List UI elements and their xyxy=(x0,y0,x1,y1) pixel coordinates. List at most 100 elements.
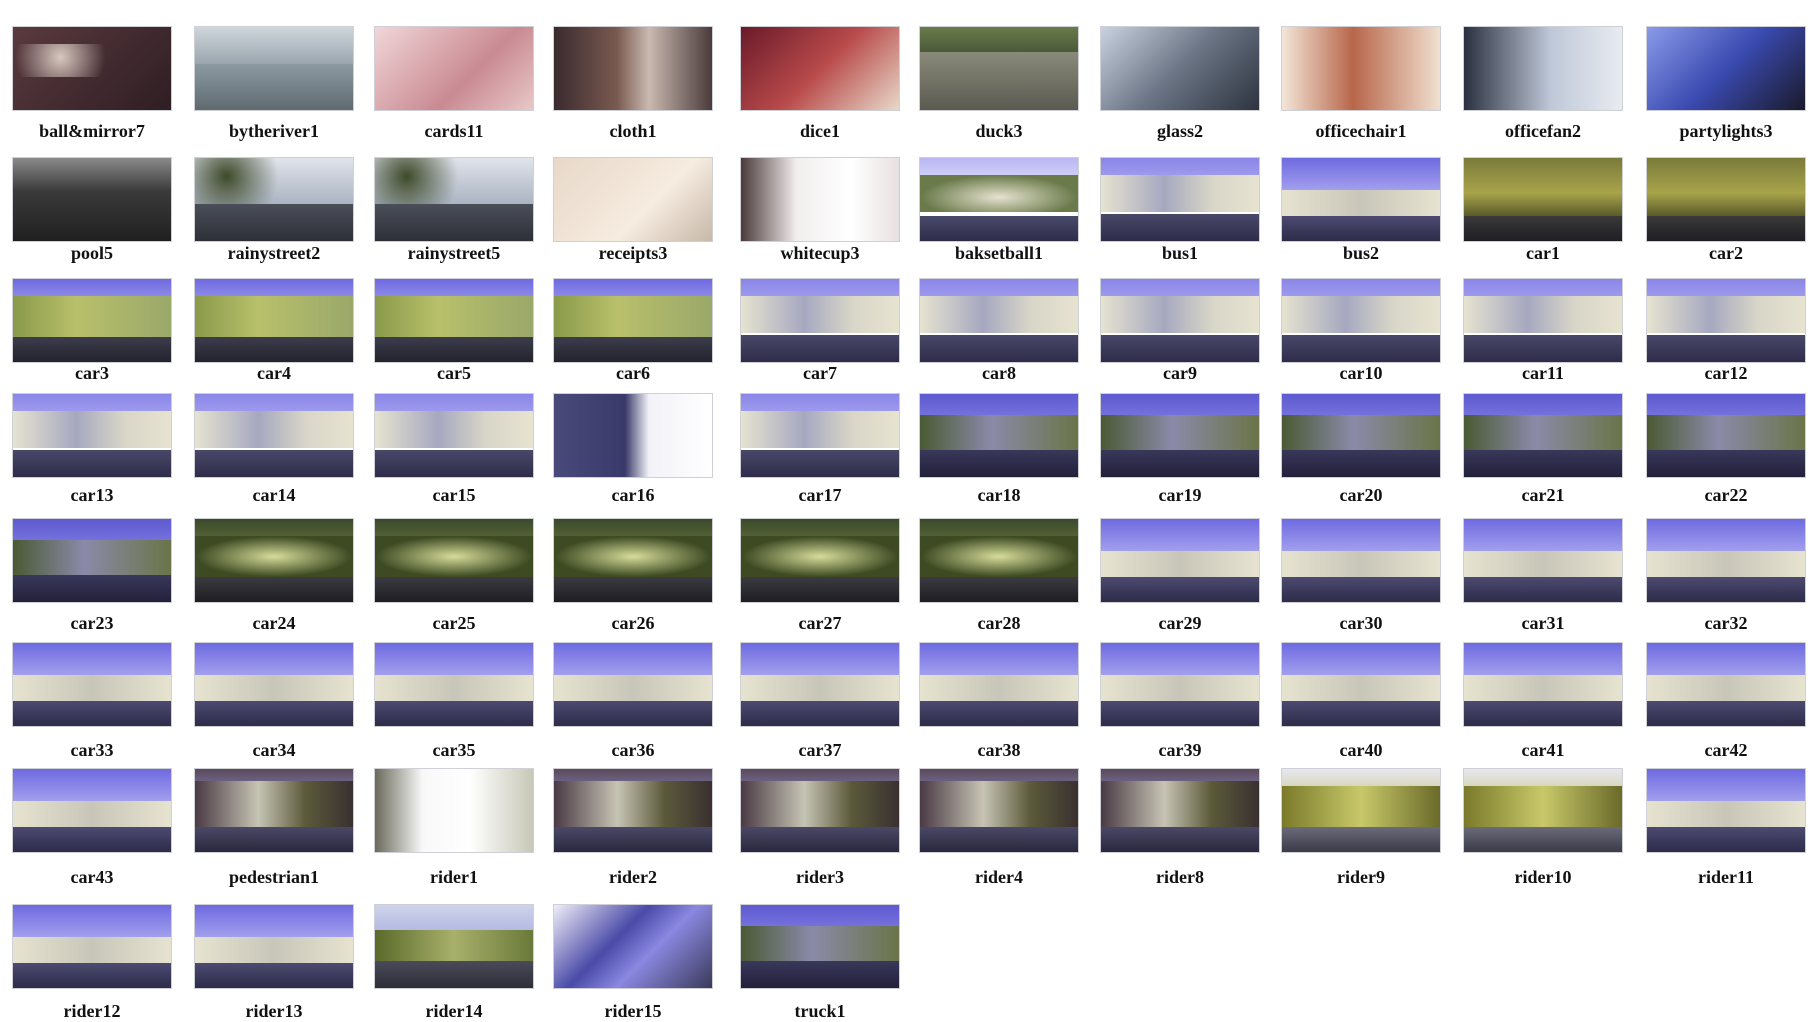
cup-icon[interactable] xyxy=(740,157,900,242)
ball-mirror-icon[interactable] xyxy=(12,26,172,111)
car-icon[interactable] xyxy=(194,518,354,603)
fan-icon[interactable] xyxy=(1463,26,1623,111)
scene-layer xyxy=(1101,577,1259,602)
car-icon[interactable] xyxy=(1646,642,1806,727)
car-icon[interactable] xyxy=(1646,278,1806,363)
scene-layer xyxy=(13,800,171,830)
receipt-icon[interactable] xyxy=(553,157,713,242)
car-icon[interactable] xyxy=(194,278,354,363)
pool-icon[interactable] xyxy=(12,157,172,242)
car-icon[interactable] xyxy=(374,393,534,478)
rider-icon[interactable] xyxy=(553,904,713,989)
truck-icon[interactable] xyxy=(740,904,900,989)
car-icon[interactable] xyxy=(1646,518,1806,603)
cloth-icon[interactable] xyxy=(553,26,713,111)
thumbnail-caption: receipts3 xyxy=(598,243,668,263)
rider-icon[interactable] xyxy=(740,768,900,853)
pedestrian-icon[interactable] xyxy=(194,768,354,853)
rain-icon[interactable] xyxy=(194,157,354,242)
car-icon[interactable] xyxy=(740,642,900,727)
scene-layer xyxy=(1647,450,1805,477)
car-icon[interactable] xyxy=(12,393,172,478)
thumbnail-caption: dice1 xyxy=(800,121,840,141)
street-icon[interactable] xyxy=(194,26,354,111)
rain-icon[interactable] xyxy=(374,157,534,242)
car-icon[interactable] xyxy=(1646,393,1806,478)
car-icon[interactable] xyxy=(1463,157,1623,242)
thumbnail-caption: pedestrian1 xyxy=(229,867,319,887)
water-icon[interactable] xyxy=(919,26,1079,111)
car-icon[interactable] xyxy=(12,278,172,363)
car-icon[interactable] xyxy=(1100,278,1260,363)
scene-layer xyxy=(195,701,353,726)
basketball-icon[interactable] xyxy=(919,157,1079,242)
scene-layer xyxy=(554,27,712,110)
rider-icon[interactable] xyxy=(1463,768,1623,853)
bus-icon[interactable] xyxy=(1100,157,1260,242)
scene-layer xyxy=(1282,550,1440,580)
scene-layer xyxy=(195,410,353,448)
car-icon[interactable] xyxy=(553,518,713,603)
car-icon[interactable] xyxy=(553,642,713,727)
car-icon[interactable] xyxy=(1463,393,1623,478)
car-icon[interactable] xyxy=(740,278,900,363)
thumbnail-caption: car13 xyxy=(70,485,114,505)
scene-layer xyxy=(1101,550,1259,580)
car-icon[interactable] xyxy=(1281,393,1441,478)
scene-layer xyxy=(1647,674,1805,704)
car-icon[interactable] xyxy=(919,278,1079,363)
dice-icon[interactable] xyxy=(740,26,900,111)
car-icon[interactable] xyxy=(919,393,1079,478)
scene-layer xyxy=(554,674,712,704)
car-icon[interactable] xyxy=(1646,157,1806,242)
rider-icon[interactable] xyxy=(1100,768,1260,853)
rider-icon[interactable] xyxy=(1646,768,1806,853)
thumbnail-caption: rider9 xyxy=(1337,867,1385,887)
car-icon[interactable] xyxy=(1281,518,1441,603)
car-icon[interactable] xyxy=(374,278,534,363)
car-icon[interactable] xyxy=(740,518,900,603)
car-icon[interactable] xyxy=(1281,642,1441,727)
rider-icon[interactable] xyxy=(553,768,713,853)
car-icon[interactable] xyxy=(12,642,172,727)
scene-layer xyxy=(1464,450,1622,477)
car-icon[interactable] xyxy=(12,518,172,603)
car-icon[interactable] xyxy=(194,642,354,727)
scene-layer xyxy=(1464,295,1622,333)
light-icon[interactable] xyxy=(1646,26,1806,111)
rider-icon[interactable] xyxy=(374,904,534,989)
car-icon[interactable] xyxy=(194,393,354,478)
car-icon[interactable] xyxy=(1463,278,1623,363)
car-icon[interactable] xyxy=(919,642,1079,727)
cards-icon[interactable] xyxy=(374,26,534,111)
car-icon[interactable] xyxy=(1100,393,1260,478)
car-icon[interactable] xyxy=(1281,278,1441,363)
glass-icon[interactable] xyxy=(1100,26,1260,111)
car-icon[interactable] xyxy=(553,278,713,363)
car-icon[interactable] xyxy=(374,518,534,603)
bus-icon[interactable] xyxy=(1281,157,1441,242)
rider-icon[interactable] xyxy=(374,768,534,853)
scene-layer xyxy=(920,450,1078,477)
thumbnail-caption: car33 xyxy=(70,740,114,760)
rider-icon[interactable] xyxy=(194,904,354,989)
rider-icon[interactable] xyxy=(12,904,172,989)
scene-layer xyxy=(920,701,1078,726)
rider-icon[interactable] xyxy=(1281,768,1441,853)
car-icon[interactable] xyxy=(374,642,534,727)
thumbnail-caption: car7 xyxy=(803,363,837,383)
car-icon[interactable] xyxy=(1100,642,1260,727)
scene-layer xyxy=(920,216,1078,241)
rider-icon[interactable] xyxy=(919,768,1079,853)
car-icon[interactable] xyxy=(12,768,172,853)
scene-layer xyxy=(1282,216,1440,241)
scene-layer xyxy=(375,450,533,477)
truck-icon[interactable] xyxy=(553,393,713,478)
car-icon[interactable] xyxy=(1463,642,1623,727)
car-icon[interactable] xyxy=(740,393,900,478)
scene-layer xyxy=(920,535,1078,578)
car-icon[interactable] xyxy=(1463,518,1623,603)
car-icon[interactable] xyxy=(919,518,1079,603)
car-icon[interactable] xyxy=(1100,518,1260,603)
chair-icon[interactable] xyxy=(1281,26,1441,111)
